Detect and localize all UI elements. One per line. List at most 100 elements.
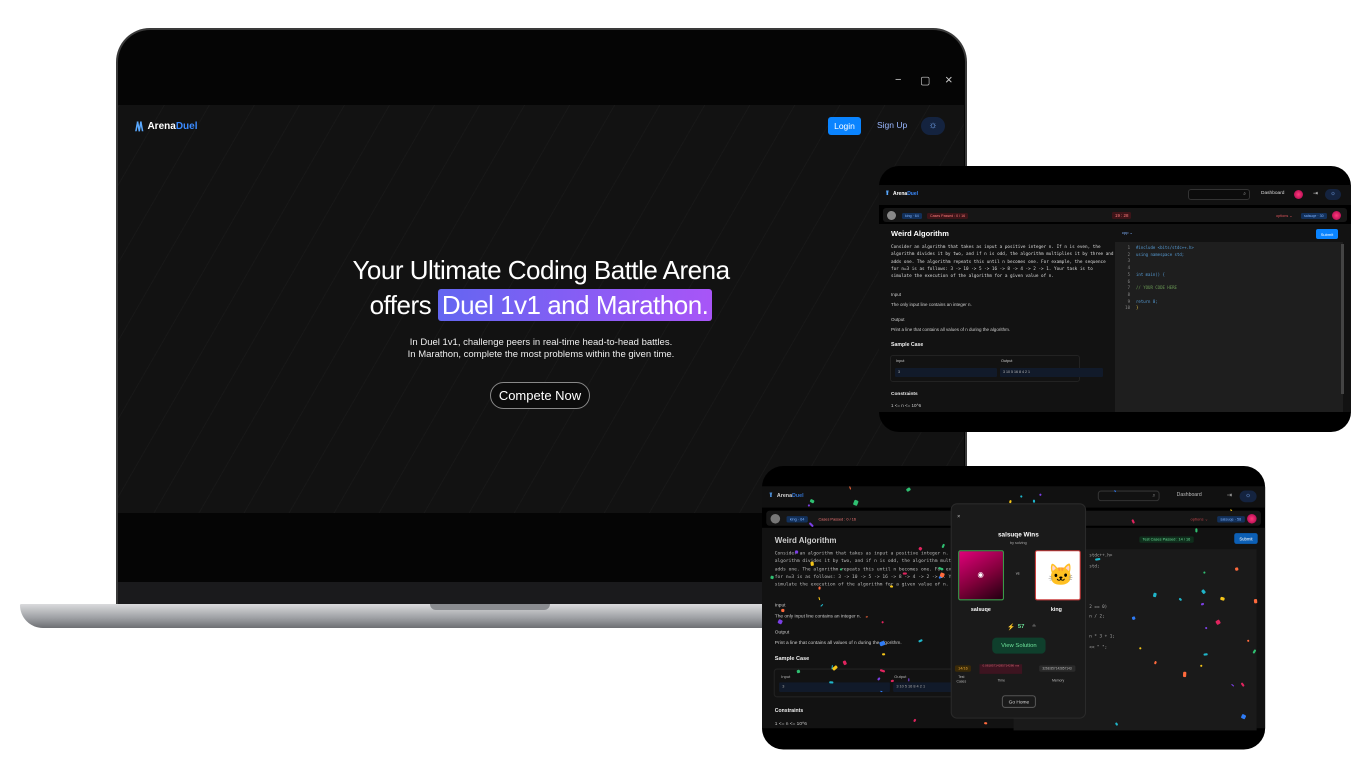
- sample-output-header: Output: [1001, 359, 1013, 363]
- vs-label: vs: [1015, 571, 1020, 576]
- sample-input-value: 3: [782, 684, 785, 689]
- submit-button[interactable]: Submit: [1234, 533, 1258, 544]
- result-modal: × salsuqe Wins by solving ◉ vs 🐱 salsuqe…: [950, 503, 1087, 719]
- sample-input-cell: 3: [779, 682, 890, 692]
- signup-link[interactable]: Sign Up: [877, 120, 907, 130]
- mountain-peaks-icon: /\/\: [135, 119, 144, 134]
- loser-name: king: [1050, 606, 1062, 614]
- confetti-piece: [796, 668, 801, 673]
- brand-logo[interactable]: /\/\ ArenaDuel: [135, 119, 197, 134]
- cat-with-laptop-image: 🐱: [1047, 564, 1075, 588]
- lightning-icon: ⚡: [1007, 624, 1016, 632]
- maximize-button[interactable]: ▢: [920, 74, 930, 87]
- code-line: n / 2;: [1089, 613, 1105, 619]
- score-value: 57: [1017, 623, 1025, 631]
- line-number: 3: [1127, 258, 1130, 264]
- sun-icon: ☼: [1330, 191, 1336, 197]
- cases-passed-badge: Cases Passed : 0 / 16: [818, 517, 856, 522]
- line-number: 10: [1125, 305, 1130, 311]
- dashboard-link[interactable]: Dashboard: [1177, 493, 1202, 498]
- winner-title: salsuqe Wins: [997, 532, 1039, 539]
- hero-title-line2: offers Duel 1v1 and Marathon.: [118, 289, 964, 321]
- input-text: The only input line contains an integer …: [774, 613, 861, 619]
- brand-prefix: Arena: [776, 492, 793, 500]
- confetti-piece: [1253, 598, 1257, 604]
- sample-output-value: 3 10 5 16 8 4 2 1: [1003, 370, 1030, 374]
- sample-input-header: Input: [781, 674, 791, 680]
- theme-toggle[interactable]: ☼: [921, 117, 945, 135]
- input-label: Input: [891, 292, 902, 297]
- constraints-text: 1 <= n <= 10^6: [774, 720, 807, 727]
- test-cases-label: Test Cases: [956, 674, 967, 684]
- sample-output-value: 3 10 5 16 8 4 2 1: [896, 684, 926, 689]
- input-label: Input: [774, 602, 786, 608]
- opponent-badge: king · 64: [902, 213, 922, 219]
- theme-toggle[interactable]: ☼: [1325, 189, 1341, 200]
- confetti-piece: [1032, 499, 1035, 503]
- close-icon[interactable]: ×: [957, 514, 960, 520]
- confetti-piece: [1203, 652, 1208, 656]
- time-label: Time: [997, 678, 1006, 683]
- code-line: std;: [1089, 562, 1100, 568]
- submit-button[interactable]: Submit: [1316, 229, 1338, 239]
- self-badge: salsuqe · 58: [1217, 516, 1245, 523]
- view-solution-button[interactable]: View Solution: [992, 637, 1046, 654]
- search-input[interactable]: ⌕: [1097, 490, 1160, 502]
- editor-screenshot: /\/\ ArenaDuel ⌕ Dashboard ⇥ ☼ king · 64…: [879, 166, 1351, 432]
- avatar[interactable]: [1294, 190, 1303, 199]
- sample-output-header: Output: [894, 674, 907, 680]
- memory-value: 3268.857142857143: [1039, 665, 1075, 672]
- winner-avatar: ◉: [958, 550, 1004, 601]
- language-select[interactable]: cpp ⌄: [1122, 230, 1133, 235]
- self-avatar: [1247, 513, 1257, 524]
- sample-case-heading: Sample Case: [891, 342, 924, 348]
- cases-passed-badge: Cases Passed : 0 / 16: [927, 213, 969, 219]
- opponent-avatar: [887, 211, 896, 220]
- time-value: 0.08185714285714286 ms: [979, 664, 1023, 674]
- go-home-button[interactable]: Go Home: [1001, 695, 1036, 708]
- editor-scrollbar[interactable]: [1341, 244, 1344, 394]
- search-icon: ⌕: [1152, 492, 1156, 500]
- confetti-piece: [881, 652, 886, 655]
- hero-subtitle: In Duel 1v1, challenge peers in real-tim…: [409, 337, 673, 348]
- confetti-piece: [794, 550, 799, 554]
- options-dropdown[interactable]: options ⌄: [1276, 213, 1292, 218]
- brand-logo[interactable]: /\/\ ArenaDuel: [887, 191, 918, 197]
- logout-icon[interactable]: ⇥: [1227, 492, 1232, 499]
- code-line: n * 3 + 1;: [1089, 633, 1115, 639]
- hero-prefix: offers: [369, 290, 438, 320]
- code-line: return 0;: [1136, 298, 1158, 304]
- self-avatar: [1332, 211, 1341, 220]
- sample-input-header: Input: [896, 359, 905, 363]
- constraints-text: 1 <= n <= 10^6: [891, 403, 922, 408]
- problem-title: Weird Algorithm: [891, 229, 949, 238]
- confetti-piece: [1199, 664, 1203, 667]
- line-number: 5: [1127, 271, 1130, 277]
- minimize-button[interactable]: −: [895, 74, 901, 86]
- output-label: Output: [891, 317, 905, 322]
- search-icon: ⌕: [1243, 191, 1246, 197]
- confetti-piece: [1095, 557, 1101, 561]
- output-text: Print a line that contains all values of…: [891, 327, 1011, 332]
- line-number: 9: [1127, 298, 1130, 304]
- self-badge: salsuqe · 30: [1301, 213, 1327, 219]
- code-editor[interactable]: [1115, 242, 1343, 412]
- brand-logo[interactable]: /\/\ ArenaDuel: [771, 493, 804, 499]
- compete-now-button[interactable]: Compete Now: [490, 382, 590, 409]
- sample-input-cell: 3: [895, 368, 997, 377]
- brand-suffix: Duel: [907, 191, 919, 197]
- brand-suffix: Duel: [792, 492, 804, 500]
- close-button[interactable]: ×: [945, 72, 953, 87]
- options-dropdown[interactable]: options ⌄: [1191, 516, 1209, 521]
- line-number: 8: [1127, 291, 1130, 297]
- logout-icon[interactable]: ⇥: [1313, 190, 1318, 197]
- dashboard-link[interactable]: Dashboard: [1261, 191, 1284, 196]
- code-line: 2 == 0): [1089, 602, 1108, 609]
- sun-icon: ☼: [1245, 492, 1252, 500]
- search-input[interactable]: ⌕: [1188, 189, 1250, 200]
- login-button[interactable]: Login: [828, 117, 861, 135]
- theme-toggle[interactable]: ☼: [1239, 490, 1257, 503]
- confetti-piece: [839, 567, 842, 571]
- input-text: The only input line contains an integer …: [891, 302, 972, 307]
- code-line: int main() {: [1136, 271, 1165, 277]
